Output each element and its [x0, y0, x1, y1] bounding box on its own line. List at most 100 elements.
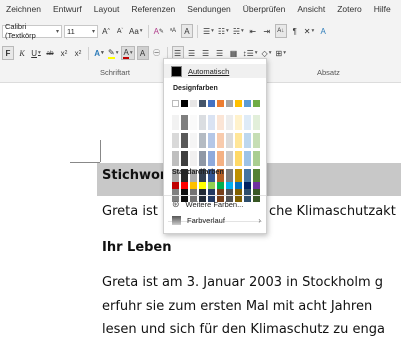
bullets-icon[interactable]: ☰ ▾ — [202, 24, 215, 38]
standard-color-swatch[interactable] — [190, 182, 197, 189]
standard-color-swatch[interactable] — [199, 182, 206, 189]
design-color-shade-swatch[interactable] — [208, 133, 215, 148]
standard-color-swatch[interactable] — [172, 182, 179, 189]
design-color-shade-swatch[interactable] — [235, 133, 242, 148]
document-paragraph-line-3[interactable]: lesen und sich für den Klimaschutz zu en… — [102, 322, 385, 337]
design-color-swatch[interactable] — [226, 100, 233, 107]
document-line-1-left[interactable]: Greta ist — [102, 204, 158, 219]
tab-ueberpruefen[interactable]: Überprüfen — [237, 4, 292, 14]
grow-font-icon[interactable]: A ^ — [100, 24, 112, 38]
design-color-shade-swatch[interactable] — [190, 115, 197, 130]
tab-entwurf[interactable]: Entwurf — [47, 4, 88, 14]
design-color-swatch[interactable] — [199, 100, 206, 107]
tab-zotero[interactable]: Zotero — [331, 4, 368, 14]
ribbon-row-1: Calibri (Textkörp ▾ 11 ▾ A ^ Aˇ Aa ▾ A ✎ ᵃA A… — [2, 22, 329, 40]
text-effects-icon[interactable]: A ▾ — [93, 46, 105, 60]
design-color-shade-swatch[interactable] — [190, 133, 197, 148]
tab-sendungen[interactable]: Sendungen — [181, 4, 237, 14]
shrink-font-icon[interactable]: Aˇ — [114, 24, 126, 38]
character-shading-icon[interactable]: A — [136, 46, 149, 60]
standard-color-swatch[interactable] — [208, 182, 215, 189]
automatic-color-item[interactable]: Automatisch — [164, 64, 266, 78]
font-size-combo[interactable]: 11 ▾ — [64, 24, 98, 38]
strikethrough-button[interactable]: ab — [44, 46, 56, 60]
standard-color-swatch[interactable] — [253, 182, 260, 189]
standard-color-swatch[interactable] — [181, 182, 188, 189]
design-color-shade-swatch[interactable] — [199, 133, 206, 148]
document-heading-2[interactable]: Ihr Leben — [102, 240, 172, 255]
change-case-icon[interactable]: Aa ▾ — [128, 24, 144, 38]
design-color-shade-swatch[interactable] — [253, 115, 260, 130]
design-color-swatch[interactable] — [253, 100, 260, 107]
design-color-shade-swatch[interactable] — [181, 115, 188, 130]
tab-referenzen[interactable]: Referenzen — [125, 4, 181, 14]
design-color-shade-swatch[interactable] — [226, 133, 233, 148]
design-color-swatch[interactable] — [208, 100, 215, 107]
gradient-item[interactable]: Farbverlauf › — [164, 213, 266, 227]
tab-ansicht[interactable]: Ansicht — [291, 4, 331, 14]
styles-icon[interactable]: A — [317, 24, 329, 38]
design-color-shade-swatch[interactable] — [190, 151, 197, 166]
design-color-shade-swatch[interactable] — [208, 115, 215, 130]
design-color-shade-swatch[interactable] — [253, 133, 260, 148]
design-color-shade-swatch[interactable] — [172, 133, 179, 148]
design-color-shade-swatch[interactable] — [226, 115, 233, 130]
clear-formatting-icon[interactable]: A ✎ — [153, 24, 165, 38]
design-color-shade-swatch[interactable] — [217, 151, 224, 166]
design-color-shade-swatch[interactable] — [181, 151, 188, 166]
font-name-combo[interactable]: Calibri (Textkörp ▾ — [2, 22, 62, 40]
bold-button[interactable]: F — [2, 46, 14, 60]
design-color-shade-swatch[interactable] — [253, 151, 260, 166]
document-line-1-right[interactable]: che Klimaschutzakt — [269, 204, 396, 219]
design-color-shade-swatch[interactable] — [208, 151, 215, 166]
margin-marker-vertical — [100, 140, 101, 162]
tab-hilfe[interactable]: Hilfe — [368, 4, 397, 14]
sort-icon[interactable]: A↓ — [274, 24, 287, 38]
design-color-shade-swatch[interactable] — [244, 115, 251, 130]
font-color-button[interactable]: A ▾ — [121, 46, 135, 60]
design-color-shade-swatch[interactable] — [181, 133, 188, 148]
pilcrow-icon[interactable]: ¶ — [289, 24, 301, 38]
document-heading-1[interactable]: Stichwor — [102, 168, 166, 183]
tab-zeichnen[interactable]: Zeichnen — [0, 4, 47, 14]
standard-color-swatch[interactable] — [217, 182, 224, 189]
design-color-swatch[interactable] — [172, 100, 179, 107]
design-color-shade-swatch[interactable] — [217, 133, 224, 148]
design-color-shade-swatch[interactable] — [199, 151, 206, 166]
asian-layout-icon[interactable]: ✕ ▾ — [303, 24, 315, 38]
design-color-shade-swatch[interactable] — [172, 115, 179, 130]
design-color-swatch[interactable] — [217, 100, 224, 107]
design-color-swatch[interactable] — [190, 100, 197, 107]
design-color-shade-swatch[interactable] — [226, 151, 233, 166]
borders-icon[interactable]: ⊞ ▾ — [275, 46, 287, 60]
design-color-shade-swatch[interactable] — [172, 151, 179, 166]
design-color-shade-swatch[interactable] — [244, 133, 251, 148]
design-color-shade-swatch[interactable] — [244, 151, 251, 166]
standard-color-swatch[interactable] — [226, 182, 233, 189]
design-color-swatch[interactable] — [181, 100, 188, 107]
decrease-indent-icon[interactable]: ⇤ — [247, 24, 259, 38]
design-color-swatch[interactable] — [235, 100, 242, 107]
design-color-swatch[interactable] — [244, 100, 251, 107]
italic-button[interactable]: K — [16, 46, 28, 60]
tab-layout[interactable]: Layout — [88, 4, 126, 14]
design-color-shade-swatch[interactable] — [199, 115, 206, 130]
phonetic-guide-icon[interactable]: ᵃA — [167, 24, 179, 38]
subscript-button[interactable]: x2 — [58, 46, 70, 60]
character-border-icon[interactable]: A — [180, 24, 193, 38]
design-color-shade-swatch[interactable] — [235, 115, 242, 130]
document-paragraph-line-1[interactable]: Greta ist am 3. Januar 2003 in Stockholm… — [102, 275, 383, 290]
underline-button[interactable]: U ▾ — [30, 46, 42, 60]
increase-indent-icon[interactable]: ⇥ — [261, 24, 273, 38]
design-color-shade-swatch[interactable] — [217, 115, 224, 130]
more-colors-item[interactable]: ⊛ Weitere Farben... — [164, 197, 266, 211]
numbering-icon[interactable]: ☷ ▾ — [217, 24, 230, 38]
superscript-button[interactable]: x2 — [72, 46, 84, 60]
standard-color-swatch[interactable] — [235, 182, 242, 189]
highlight-color-icon[interactable]: ✎ ▾ — [107, 46, 119, 60]
multilevel-list-icon[interactable]: ☵ ▾ — [232, 24, 245, 38]
document-paragraph-line-2[interactable]: erfuhr sie zum ersten Mal mit acht Jahre… — [102, 299, 372, 314]
enclose-characters-icon[interactable]: ㊀ — [151, 46, 163, 60]
design-color-shade-swatch[interactable] — [235, 151, 242, 166]
standard-color-swatch[interactable] — [244, 182, 251, 189]
